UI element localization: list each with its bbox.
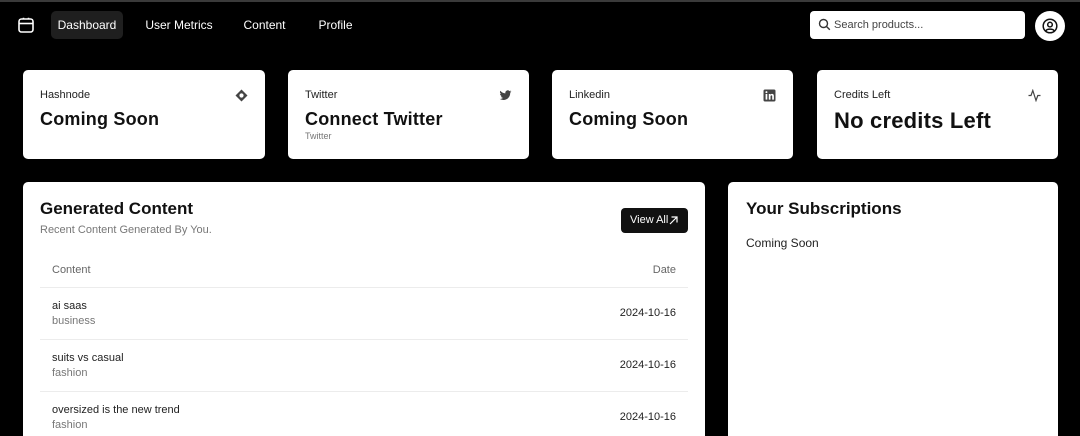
card-subtext: Twitter	[305, 131, 332, 141]
nav-profile[interactable]: Profile	[312, 11, 359, 39]
search-box[interactable]	[810, 11, 1025, 39]
table-row[interactable]: oversized is the new trend fashion 2024-…	[40, 392, 688, 436]
table-row[interactable]: ai saas business 2024-10-16	[40, 288, 688, 340]
subscriptions-panel: Your Subscriptions Coming Soon	[728, 182, 1058, 436]
card-hashnode: Hashnode Coming Soon	[23, 70, 265, 159]
card-label: Credits Left	[834, 89, 891, 101]
card-value: No credits Left	[834, 108, 992, 133]
card-twitter: Twitter Connect Twitter Twitter	[288, 70, 529, 159]
row-title: suits vs casual	[52, 352, 124, 364]
generated-content-panel: Generated Content Recent Content Generat…	[23, 182, 705, 436]
row-title: ai saas	[52, 300, 87, 312]
nav-content[interactable]: Content	[237, 11, 292, 39]
table-header: Content Date	[40, 252, 688, 288]
card-value: Coming Soon	[569, 109, 689, 129]
table-row[interactable]: suits vs casual fashion 2024-10-16	[40, 340, 688, 392]
column-header-date: Date	[652, 264, 676, 276]
top-nav: Dashboard User Metrics Content Profile	[0, 2, 1080, 48]
hashnode-icon	[235, 89, 248, 102]
nav-user-metrics[interactable]: User Metrics	[141, 11, 217, 39]
row-title: oversized is the new trend	[52, 404, 180, 416]
row-date: 2024-10-16	[619, 411, 676, 423]
panel-title: Generated Content	[40, 199, 194, 218]
view-all-button[interactable]: View All	[621, 208, 688, 233]
card-value: Connect Twitter	[305, 109, 443, 129]
activity-icon	[1028, 88, 1041, 103]
card-label: Twitter	[305, 89, 338, 101]
subscriptions-status: Coming Soon	[746, 236, 819, 250]
row-date: 2024-10-16	[619, 307, 676, 319]
row-category: fashion	[52, 367, 88, 379]
linkedin-icon	[763, 89, 776, 102]
package-logo-icon[interactable]	[17, 16, 35, 34]
card-value: Coming Soon	[40, 109, 160, 129]
twitter-icon	[499, 89, 512, 102]
user-avatar-button[interactable]	[1035, 11, 1065, 41]
panel-subtitle: Recent Content Generated By You.	[40, 224, 212, 236]
arrow-up-right-icon	[669, 216, 678, 225]
row-category: fashion	[52, 419, 88, 431]
nav-dashboard[interactable]: Dashboard	[51, 11, 123, 39]
search-icon	[818, 18, 831, 31]
row-category: business	[52, 315, 96, 327]
card-linkedin: Linkedin Coming Soon	[552, 70, 793, 159]
column-header-content: Content	[52, 264, 91, 276]
user-circle-icon	[1042, 18, 1058, 34]
card-label: Linkedin	[569, 89, 610, 101]
panel-title: Your Subscriptions	[746, 199, 902, 218]
search-input[interactable]	[834, 11, 1020, 39]
view-all-label: View All	[630, 214, 669, 226]
card-credits: Credits Left No credits Left	[817, 70, 1058, 159]
row-date: 2024-10-16	[619, 359, 676, 371]
card-label: Hashnode	[40, 89, 91, 101]
